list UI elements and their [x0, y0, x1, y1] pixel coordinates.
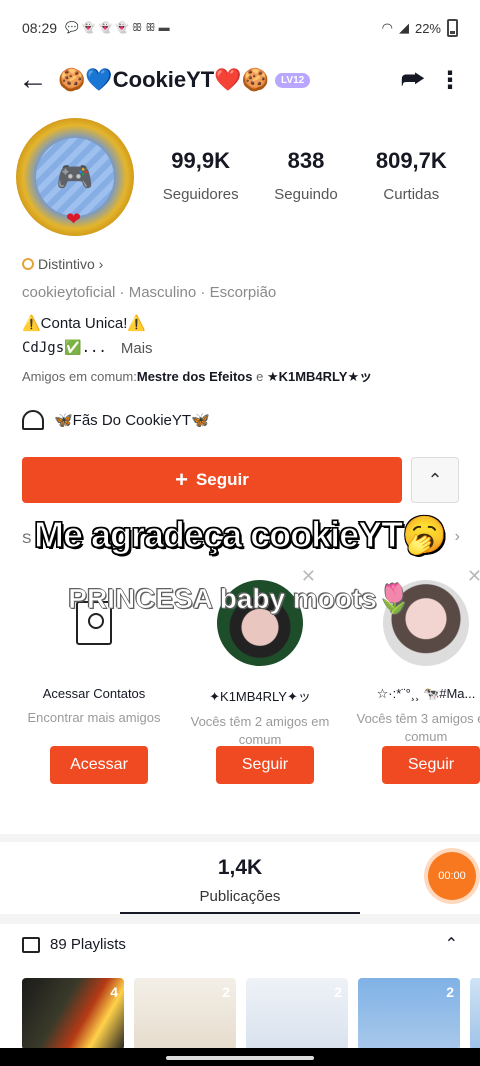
top-nav: ← 🍪💙CookieYT❤️🍪 LV12 ⮫ ⋮	[0, 56, 480, 104]
playlist-count: 4	[110, 984, 118, 1000]
badge-label: Distintivo ›	[38, 256, 104, 272]
playlist-count: 2	[446, 984, 454, 1000]
chevron-up-icon: ⌃	[427, 469, 443, 490]
stat-value: 99,9K	[171, 148, 231, 173]
card-name: ☆·:*¨°¸¸ 🐄#Ma...	[376, 686, 476, 701]
profile-title: 🍪💙CookieYT❤️🍪 LV12	[58, 67, 388, 93]
access-contacts-button[interactable]: Acessar	[50, 746, 148, 784]
stat-value: 809,7K	[375, 148, 447, 173]
mutual-friends[interactable]: Amigos em comum:Mestre dos Efeitos e ★K1…	[22, 366, 372, 385]
playlists-label: 89 Playlists	[50, 936, 126, 953]
plus-icon: +	[175, 467, 188, 492]
profile-tags: cookieytoficial · Masculino · Escorpião	[22, 284, 277, 301]
mutual-prefix: Amigos em comum:	[22, 369, 137, 384]
home-gesture-bar[interactable]	[166, 1056, 314, 1060]
avatar-image: 🎮	[36, 138, 114, 216]
level-badge: LV12	[275, 72, 311, 88]
signal-icon: ◢	[398, 20, 409, 35]
publications-count: 1,4K	[217, 856, 263, 879]
status-time: 08:29	[22, 20, 58, 36]
profile-stats: 99,9K Seguidores 838 Seguindo 809,7K Cur…	[148, 148, 464, 203]
stat-value: 838	[287, 148, 325, 173]
mutual-name-2: ★K1MB4RLY★ッ	[266, 369, 373, 384]
playlist-thumbnail[interactable]: 2	[358, 978, 460, 1050]
avatar-heart-icon: ❤	[66, 209, 82, 229]
fan-club-row[interactable]: 🦋Fãs Do CookieYT🦋	[22, 410, 210, 430]
playlist-icon	[22, 936, 40, 953]
bio-line-2: CdJgs✅... Mais	[22, 340, 153, 357]
share-icon[interactable]: ⮫	[388, 64, 438, 96]
follow-suggested-button[interactable]: Seguir	[382, 746, 480, 784]
fan-club-label: 🦋Fãs Do CookieYT🦋	[54, 412, 210, 429]
playlist-thumbnail[interactable]: 2	[134, 978, 236, 1050]
card-subtitle: Encontrar mais amigos	[27, 710, 161, 725]
badge-link[interactable]: Distintivo ›	[22, 256, 103, 272]
stat-following[interactable]: 838 Seguindo	[253, 148, 358, 203]
badge-icon	[22, 258, 34, 270]
battery-text: 22%	[414, 20, 441, 36]
back-arrow-icon[interactable]: ←	[18, 65, 58, 95]
section-divider	[0, 914, 480, 924]
suggestions-toggle-button[interactable]: ⌃	[411, 457, 459, 503]
follow-label: Seguir	[195, 470, 249, 489]
publications-tab[interactable]: 1,4K Publicações	[0, 856, 480, 905]
wifi-icon: ◠	[381, 20, 393, 35]
stat-label: Seguidores	[162, 186, 239, 203]
status-bar: 08:29 💬 👻 👻 👻 ꕥ ꕥ ▬ ◠ ◢ 22%	[0, 0, 480, 56]
card-subtitle: Vocês têm 3 amigos em comum	[356, 711, 480, 744]
publications-label: Publicações	[199, 888, 281, 905]
stat-label: Seguindo	[274, 186, 338, 203]
profile-title-text: 🍪💙CookieYT❤️🍪	[58, 67, 270, 92]
video-caption-1: Me agradeça cookieYT🥱	[33, 513, 447, 555]
notification-icons: 💬 👻 👻 👻 ꕥ ꕥ ▬	[65, 22, 170, 34]
stat-label: Curtidas	[383, 186, 440, 203]
playlists-header[interactable]: 89 Playlists	[22, 936, 126, 953]
follow-suggested-button[interactable]: Seguir	[216, 746, 314, 784]
card-name: Acessar Contatos	[42, 686, 146, 701]
fan-club-icon	[22, 410, 44, 430]
chevron-up-icon[interactable]: ⌃	[445, 934, 458, 954]
mutual-name-1: Mestre dos Efeitos	[136, 369, 253, 384]
avatar[interactable]: 🎮 ❤	[16, 118, 134, 236]
status-right: ◠ ◢ 22%	[382, 19, 458, 37]
stat-followers[interactable]: 99,9K Seguidores	[148, 148, 253, 203]
more-options-icon[interactable]: ⋮	[438, 66, 462, 95]
playlist-count: 2	[222, 984, 230, 1000]
bio-more-link[interactable]: Mais	[121, 340, 153, 357]
mutual-join: e	[252, 369, 267, 384]
follow-button[interactable]: + Seguir	[22, 457, 402, 503]
playlist-count: 2	[334, 984, 342, 1000]
playlist-thumbnail[interactable]: 4	[22, 978, 124, 1050]
card-subtitle: Vocês têm 2 amigos em comum	[190, 714, 330, 747]
stat-likes[interactable]: 809,7K Curtidas	[359, 148, 464, 203]
bio-text: CdJgs✅...	[22, 340, 107, 356]
card-name: ✦K1MB4RLY✦ッ	[209, 689, 311, 704]
playlist-thumbnail[interactable]	[470, 978, 480, 1050]
bio-line-1: ⚠️Conta Unica!⚠️	[22, 315, 147, 332]
battery-icon	[447, 19, 458, 37]
section-divider	[0, 834, 480, 842]
playlist-thumbnails: 4 2 2 2	[22, 978, 480, 1050]
recording-timer[interactable]: 00:00	[428, 852, 476, 900]
playlist-thumbnail[interactable]: 2	[246, 978, 348, 1050]
video-caption-2: PRINCESA baby moots🌷	[68, 583, 412, 615]
